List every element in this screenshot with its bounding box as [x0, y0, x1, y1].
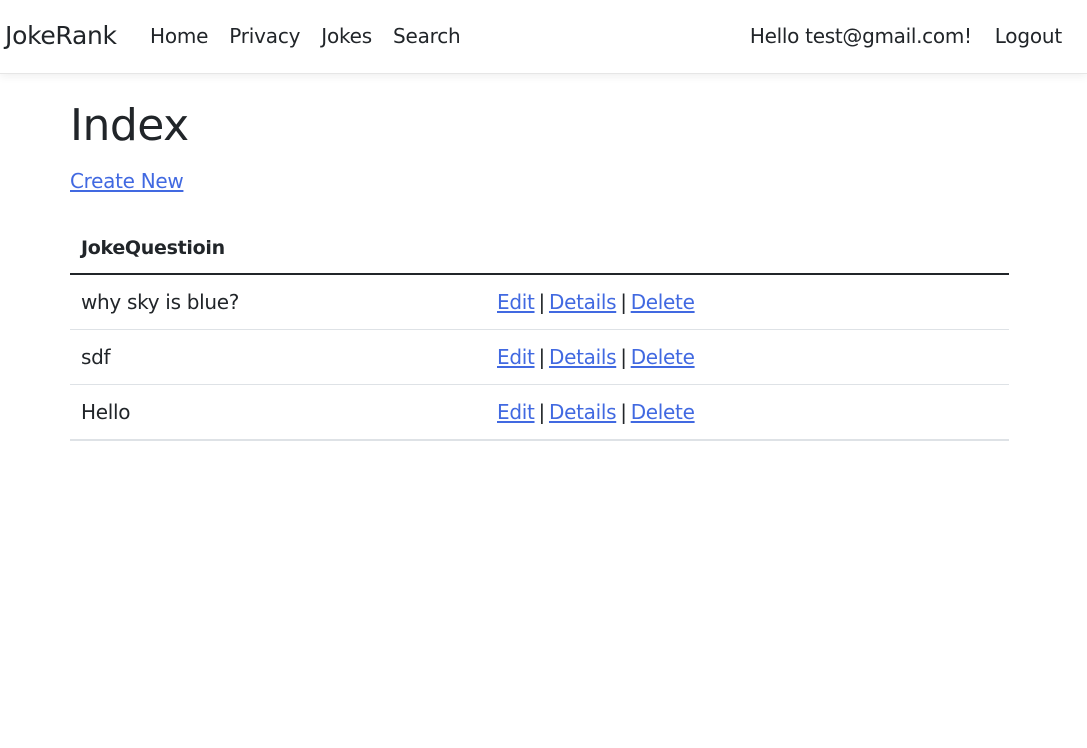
- delete-link[interactable]: Delete: [631, 290, 695, 314]
- row-actions: Edit | Details | Delete: [497, 329, 1009, 385]
- nav-link-home[interactable]: Home: [150, 22, 208, 50]
- action-separator: |: [620, 290, 627, 314]
- table-row: sdf Edit | Details | Delete: [70, 329, 1009, 385]
- table-row: Hello Edit | Details | Delete: [70, 384, 1009, 441]
- row-actions: Edit | Details | Delete: [497, 274, 1009, 330]
- edit-link[interactable]: Edit: [497, 345, 535, 369]
- nav-link-jokes[interactable]: Jokes: [321, 22, 372, 50]
- action-separator: |: [620, 345, 627, 369]
- page-title: Index: [70, 100, 189, 151]
- nav-link-search[interactable]: Search: [393, 22, 461, 50]
- table-row: why sky is blue? Edit | Details | Delete: [70, 274, 1009, 330]
- nav-link-privacy[interactable]: Privacy: [229, 22, 300, 50]
- jokes-table: JokeQuestioin why sky is blue? Edit | Deta…: [70, 222, 1009, 441]
- edit-link[interactable]: Edit: [497, 400, 535, 424]
- create-new-link[interactable]: Create New: [70, 167, 184, 195]
- table-header-row: JokeQuestioin: [70, 222, 1009, 275]
- details-link[interactable]: Details: [549, 400, 617, 424]
- nav-links: Home Privacy Jokes Search: [150, 22, 482, 50]
- edit-link[interactable]: Edit: [497, 290, 535, 314]
- action-separator: |: [538, 400, 546, 424]
- top-navbar: JokeRank Home Privacy Jokes Search Hello…: [0, 0, 1087, 74]
- column-header-joke-question: JokeQuestioin: [70, 222, 1009, 275]
- brand-link[interactable]: JokeRank: [5, 20, 117, 52]
- delete-link[interactable]: Delete: [631, 400, 695, 424]
- joke-question-cell: Hello: [70, 384, 497, 441]
- details-link[interactable]: Details: [549, 290, 617, 314]
- row-actions: Edit | Details | Delete: [497, 384, 1009, 441]
- user-greeting-link[interactable]: Hello test@gmail.com!: [750, 22, 972, 50]
- details-link[interactable]: Details: [549, 345, 617, 369]
- logout-button[interactable]: Logout: [995, 22, 1062, 50]
- action-separator: |: [620, 400, 627, 424]
- user-area: Hello test@gmail.com! Logout: [750, 22, 1062, 50]
- action-separator: |: [538, 290, 546, 314]
- joke-question-cell: why sky is blue?: [70, 274, 497, 330]
- main-content: Index Create New JokeQuestioin why sky i…: [70, 74, 1009, 441]
- delete-link[interactable]: Delete: [631, 345, 695, 369]
- joke-question-cell: sdf: [70, 329, 497, 385]
- action-separator: |: [538, 345, 546, 369]
